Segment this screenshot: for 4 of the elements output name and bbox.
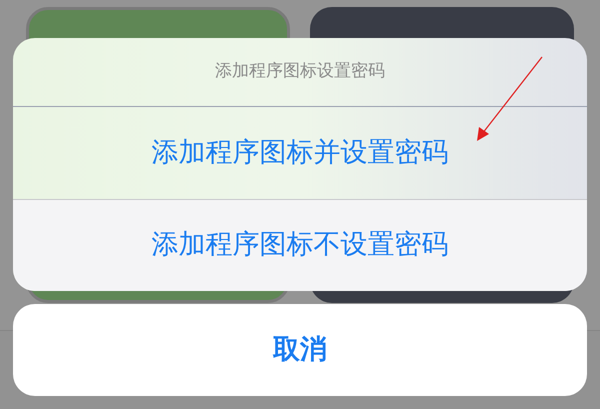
sheet-title: 添加程序图标设置密码 — [215, 60, 385, 84]
sheet-option[interactable]: 添加程序图标并设置密码 — [13, 107, 587, 199]
cancel-button[interactable]: 取消 — [13, 304, 587, 396]
sheet-option[interactable]: 添加程序图标不设置密码 — [13, 199, 587, 291]
